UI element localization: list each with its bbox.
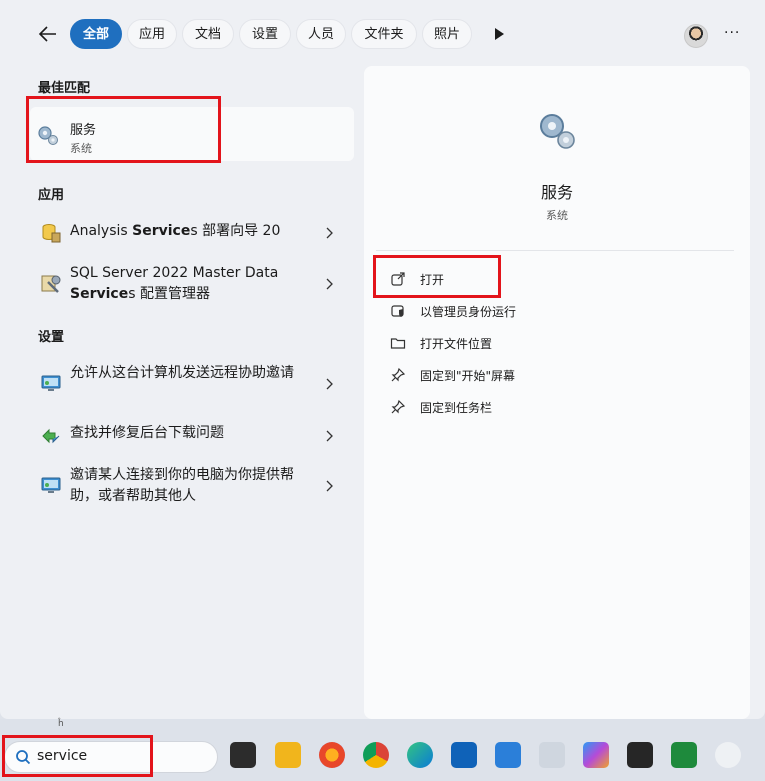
config-tools-icon <box>41 275 61 293</box>
tab-all[interactable]: 全部 <box>70 19 122 49</box>
settings-result-label: 允许从这台计算机发送远程协助邀请 <box>70 365 294 381</box>
monitor-settings-icon <box>41 477 61 493</box>
chevron-right-icon[interactable] <box>325 480 334 492</box>
filter-bar: 全部 应用 文档 设置 人员 文件夹 照片 ··· <box>0 0 765 68</box>
action-label: 固定到"开始"屏幕 <box>420 369 516 383</box>
highlight-box-best-match <box>26 96 221 163</box>
vscode-icon[interactable] <box>495 742 521 768</box>
edge-icon[interactable] <box>407 742 433 768</box>
settings-heading: 设置 <box>38 330 65 345</box>
terminal-icon[interactable] <box>627 742 653 768</box>
folder-icon <box>390 338 406 349</box>
chevron-right-icon[interactable] <box>325 430 334 442</box>
troubleshoot-arrows-icon <box>42 428 60 444</box>
firefox-icon[interactable] <box>319 742 345 768</box>
tab-documents[interactable]: 文档 <box>182 19 234 49</box>
tab-people[interactable]: 人员 <box>296 19 346 49</box>
more-options-icon[interactable]: ··· <box>724 26 740 40</box>
start-search-panel: 全部 应用 文档 设置 人员 文件夹 照片 ··· 最佳匹配 服务 系统 应用 … <box>0 0 765 719</box>
apps-heading: 应用 <box>38 188 65 203</box>
highlight-box-search <box>2 735 153 777</box>
settings-result-remote-assistance[interactable]: 允许从这台计算机发送远程协助邀请 <box>30 360 354 408</box>
outlook-icon[interactable] <box>451 742 477 768</box>
chrome-icon[interactable] <box>363 742 389 768</box>
chevron-right-icon[interactable] <box>325 227 334 239</box>
chevron-right-icon[interactable] <box>325 278 334 290</box>
app-result-label: SQL Server 2022 Master Data Services 配置管… <box>70 265 279 302</box>
avatar[interactable] <box>684 24 708 48</box>
action-label: 固定到任务栏 <box>420 401 493 415</box>
play-more-filters-icon[interactable] <box>492 26 506 42</box>
tab-settings[interactable]: 设置 <box>239 19 291 49</box>
app-avatar-icon[interactable] <box>715 742 741 768</box>
settings-result-label: 查找并修复后台下载问题 <box>70 425 224 441</box>
best-match-heading: 最佳匹配 <box>38 81 91 96</box>
result-detail-pane: 服务 系统 打开 以管理员身份运行 打开文件位置 固定到"开始"屏幕 固定到任务… <box>364 66 750 719</box>
performance-monitor-icon[interactable] <box>539 742 565 768</box>
copilot-icon[interactable] <box>583 742 609 768</box>
app-result-sql-mds-config[interactable]: SQL Server 2022 Master Data Services 配置管… <box>30 260 354 308</box>
app-green-icon[interactable] <box>671 742 697 768</box>
detail-divider <box>376 250 734 251</box>
highlight-box-open <box>373 255 501 298</box>
cylinder-database-icon <box>42 224 61 243</box>
taskbar-small-glyph: ĥ <box>58 719 64 729</box>
action-label: 以管理员身份运行 <box>420 305 517 319</box>
pin-icon <box>391 367 406 382</box>
settings-result-background-download[interactable]: 查找并修复后台下载问题 <box>30 416 354 456</box>
task-view-icon[interactable] <box>230 742 256 768</box>
chevron-right-icon[interactable] <box>325 378 334 390</box>
file-explorer-icon[interactable] <box>275 742 301 768</box>
app-result-label: Analysis Services 部署向导 20 <box>70 223 281 239</box>
action-label: 打开文件位置 <box>420 337 493 351</box>
monitor-settings-icon <box>41 375 61 391</box>
settings-result-label: 邀请某人连接到你的电脑为你提供帮助，或者帮助其他人 <box>70 467 294 504</box>
back-arrow-icon[interactable] <box>36 22 60 46</box>
tab-photos[interactable]: 照片 <box>422 19 472 49</box>
app-result-analysis-services[interactable]: Analysis Services 部署向导 20 <box>30 212 354 252</box>
detail-type: 系统 <box>546 209 568 222</box>
shield-admin-icon <box>391 305 404 317</box>
settings-result-invite-help[interactable]: 邀请某人连接到你的电脑为你提供帮助，或者帮助其他人 <box>30 462 354 510</box>
tab-apps[interactable]: 应用 <box>127 19 177 49</box>
tab-folders[interactable]: 文件夹 <box>351 19 417 49</box>
detail-title: 服务 <box>540 183 573 202</box>
pin-icon <box>391 399 406 414</box>
services-gear-icon <box>540 114 575 149</box>
